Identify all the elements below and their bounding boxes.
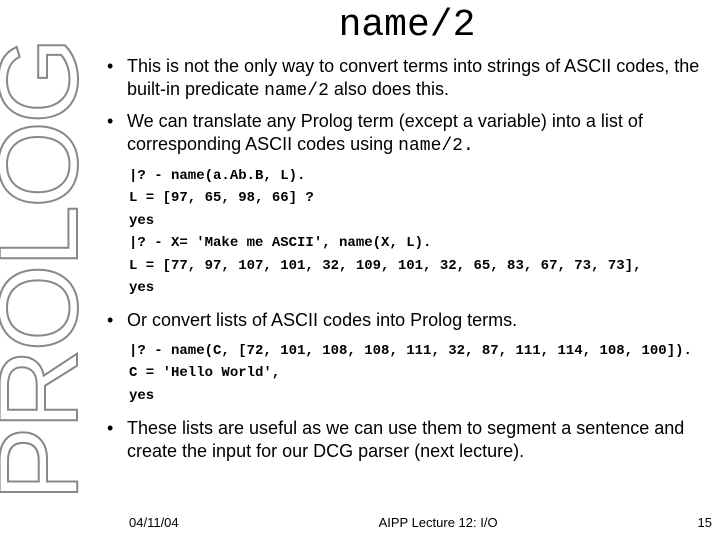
bullet-1-text: This is not the only way to convert term… bbox=[127, 55, 709, 102]
code-block-2: |? - name(C, [72, 101, 108, 108, 111, 32… bbox=[129, 340, 709, 407]
bullet-dot: • bbox=[105, 309, 127, 332]
bullet-2-code: name/2. bbox=[398, 136, 474, 156]
bullet-1-code: name/2 bbox=[264, 81, 329, 101]
bullet-2-text: We can translate any Prolog term (except… bbox=[127, 110, 709, 157]
slide-content: name/2 • This is not the only way to con… bbox=[105, 0, 715, 540]
bullet-3: • Or convert lists of ASCII codes into P… bbox=[105, 309, 709, 332]
bullet-2-pre: We can translate any Prolog term (except… bbox=[127, 111, 643, 154]
footer-date: 04/11/04 bbox=[105, 515, 179, 530]
bullet-dot: • bbox=[105, 55, 127, 102]
bullet-4: • These lists are useful as we can use t… bbox=[105, 417, 709, 462]
footer-center: AIPP Lecture 12: I/O bbox=[379, 515, 498, 530]
side-prolog-text: PROLOG bbox=[0, 39, 103, 500]
bullet-3-text: Or convert lists of ASCII codes into Pro… bbox=[127, 309, 709, 332]
bullet-1-post: also does this. bbox=[329, 79, 449, 99]
bullet-dot: • bbox=[105, 417, 127, 462]
bullet-4-text: These lists are useful as we can use the… bbox=[127, 417, 709, 462]
bullet-1: • This is not the only way to convert te… bbox=[105, 55, 709, 102]
footer: 04/11/04 AIPP Lecture 12: I/O 15 bbox=[105, 515, 712, 530]
bullet-2: • We can translate any Prolog term (exce… bbox=[105, 110, 709, 157]
slide-title: name/2 bbox=[105, 4, 709, 47]
footer-page: 15 bbox=[698, 515, 712, 530]
side-prolog-label: PROLOG bbox=[0, 0, 91, 540]
bullet-dot: • bbox=[105, 110, 127, 157]
code-block-1: |? - name(a.Ab.B, L). L = [97, 65, 98, 6… bbox=[129, 165, 709, 299]
